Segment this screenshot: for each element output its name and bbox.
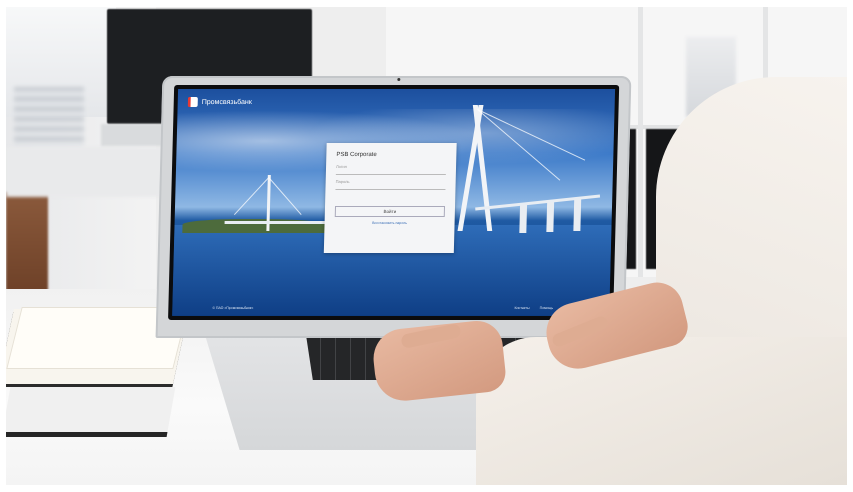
bridge-deck — [224, 221, 335, 224]
bridge-pier — [546, 202, 555, 232]
photo-scene: Промсвязьбанк PSB Corporate Логин Пароль… — [6, 7, 847, 485]
bridge-pier — [573, 199, 582, 231]
laptop-screen: Промсвязьбанк PSB Corporate Логин Пароль… — [172, 89, 616, 316]
login-card: PSB Corporate Логин Пароль Войти Восстан… — [323, 143, 457, 253]
restore-password-link[interactable]: Восстановить пароль — [335, 221, 445, 225]
bridge-pier — [519, 205, 528, 233]
folder — [6, 387, 176, 437]
login-button[interactable]: Войти — [334, 206, 446, 217]
password-field[interactable] — [335, 189, 446, 190]
footer-link[interactable]: Контакты — [514, 306, 529, 310]
laptop-bezel: Промсвязьбанк PSB Corporate Логин Пароль… — [168, 85, 620, 320]
bridge-deck — [475, 194, 601, 211]
bank-logo: Промсвязьбанк — [187, 97, 252, 107]
webcam-icon — [396, 78, 400, 81]
laptop-lid: Промсвязьбанк PSB Corporate Логин Пароль… — [155, 76, 632, 338]
login-label: Логин — [335, 164, 347, 169]
wooden-drawer — [6, 192, 48, 292]
bank-logo-text: Промсвязьбанк — [201, 98, 252, 106]
shelf-post — [638, 7, 643, 277]
background-desk — [6, 147, 181, 197]
footer-link[interactable]: Помощь — [540, 306, 554, 310]
bank-logo-icon — [187, 97, 198, 107]
login-field[interactable] — [335, 174, 446, 175]
background-shelf — [14, 87, 84, 147]
person-sleeve — [476, 337, 847, 485]
password-label: Пароль — [335, 179, 350, 184]
footer-copyright: © ПАО «Промсвязьбанк» — [212, 306, 254, 310]
login-title: PSB Corporate — [336, 152, 377, 158]
